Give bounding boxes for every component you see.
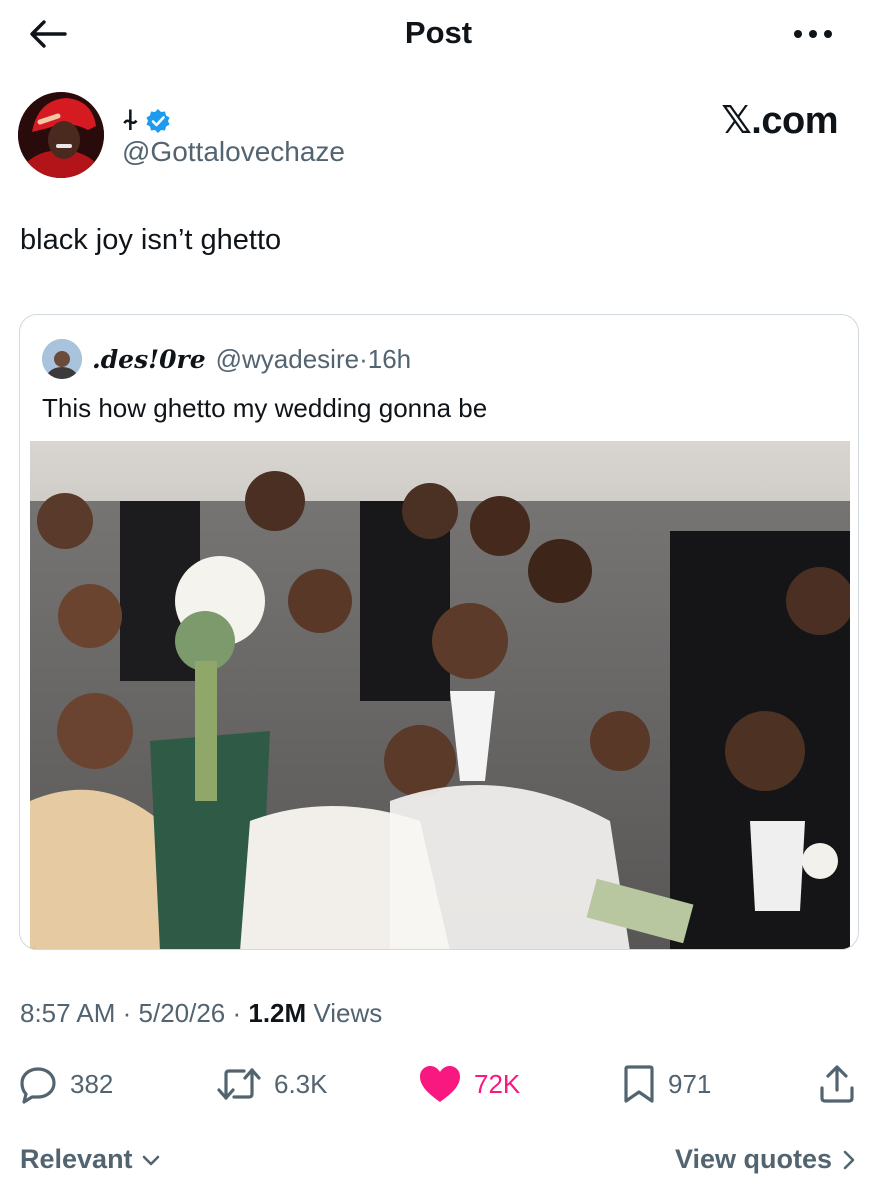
action-bar: 382 6.3K 72K 971 xyxy=(18,1060,860,1108)
replies-footer: Relevant View quotes xyxy=(20,1144,860,1180)
quoted-post-photo[interactable] xyxy=(30,441,850,949)
post-author: ⍭ @Gottalovechaze 𝕏.com xyxy=(18,92,858,182)
quoted-handle: @wyadesire xyxy=(215,343,360,374)
view-quotes-label: View quotes xyxy=(674,1144,832,1174)
avatar-image xyxy=(18,92,104,178)
more-options-button[interactable] xyxy=(785,14,841,54)
bookmark-icon xyxy=(624,1065,654,1103)
quoted-display-name: .des!0re xyxy=(92,344,206,374)
author-handle[interactable]: @Gottalovechaze xyxy=(122,136,345,168)
post-time: 8:57 AM xyxy=(20,998,116,1028)
bookmark-button[interactable]: 971 xyxy=(622,1060,711,1108)
reply-count: 382 xyxy=(70,1068,114,1099)
author-name-row: ⍭ xyxy=(122,104,171,137)
sort-replies-dropdown[interactable]: Relevant xyxy=(20,1144,161,1175)
quoted-avatar xyxy=(42,339,82,379)
quoted-separator: · xyxy=(359,343,368,374)
views-count: 1.2M xyxy=(248,998,307,1028)
repost-icon xyxy=(217,1068,261,1100)
author-display-name[interactable]: ⍭ xyxy=(122,104,139,137)
avatar[interactable] xyxy=(18,92,104,178)
quoted-post[interactable]: .des!0re @wyadesire · 16h This how ghett… xyxy=(19,314,859,950)
group-photo-image xyxy=(30,441,850,949)
views-label: Views xyxy=(306,998,383,1028)
meta-separator: · xyxy=(115,998,139,1028)
repost-button[interactable]: 6.3K xyxy=(216,1060,328,1108)
meta-separator: · xyxy=(225,998,249,1028)
sort-label: Relevant xyxy=(20,1144,133,1174)
quoted-post-header: .des!0re @wyadesire · 16h xyxy=(42,339,411,379)
post-text: black joy isn’t ghetto xyxy=(20,224,282,256)
post-date: 5/20/26 xyxy=(138,998,226,1028)
page-title: Post xyxy=(404,15,473,50)
quoted-post-text: This how ghetto my wedding gonna be xyxy=(42,393,488,423)
quoted-timestamp: 16h xyxy=(367,343,412,374)
view-quotes-link[interactable]: View quotes xyxy=(675,1144,856,1175)
verified-badge-icon xyxy=(146,108,170,133)
bookmark-count: 971 xyxy=(668,1068,712,1099)
reply-icon xyxy=(20,1067,56,1104)
share-button[interactable] xyxy=(818,1060,856,1108)
repost-count: 6.3K xyxy=(274,1068,328,1099)
reply-button[interactable]: 382 xyxy=(18,1060,113,1108)
like-button[interactable]: 72K xyxy=(418,1060,520,1108)
chevron-right-icon xyxy=(843,1150,855,1169)
heart-filled-icon xyxy=(420,1066,460,1102)
post-metadata: 8:57 AM · 5/20/26 · 1.2M Views xyxy=(20,998,382,1029)
chevron-down-icon xyxy=(142,1155,159,1165)
share-icon xyxy=(820,1065,854,1103)
site-watermark: 𝕏.com xyxy=(721,100,838,142)
more-horizontal-icon xyxy=(794,30,832,38)
like-count: 72K xyxy=(474,1068,521,1099)
top-bar: Post xyxy=(0,0,877,70)
